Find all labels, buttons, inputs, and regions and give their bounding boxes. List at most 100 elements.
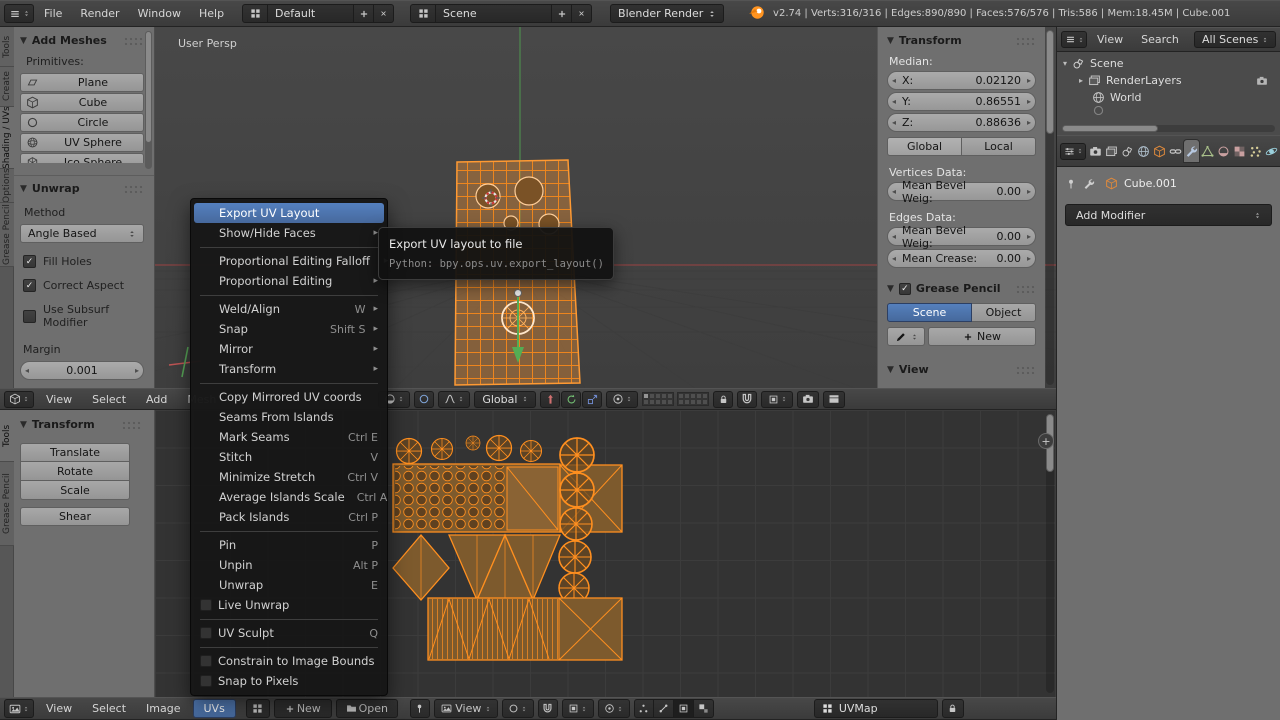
panel-grip[interactable]: [122, 420, 142, 429]
area-divider[interactable]: [1056, 27, 1057, 720]
menu-checkbox[interactable]: [200, 627, 212, 639]
outliner-display-dropdown[interactable]: All Scenes: [1194, 31, 1276, 48]
panel-grip[interactable]: [124, 36, 144, 45]
menu-item-proportional-falloff[interactable]: Proportional Editing Falloff▸: [191, 251, 388, 271]
region-merge-button[interactable]: +: [1038, 433, 1054, 449]
menu-help[interactable]: Help: [191, 4, 232, 24]
translate-button[interactable]: Translate: [20, 443, 130, 462]
editor-type-button-outliner[interactable]: [1061, 31, 1087, 48]
browse-screen-button[interactable]: [242, 4, 269, 23]
tab-modifiers[interactable]: [1184, 140, 1199, 162]
menu-item-mark-seams[interactable]: Mark Seams Ctrl E: [191, 427, 387, 447]
uv-snap-toggle-button[interactable]: [537, 699, 558, 718]
median-x-field[interactable]: ◂ X: 0.02120 ▸: [887, 71, 1036, 90]
uv-tab-grease-pencil[interactable]: Grease Pencil: [0, 462, 14, 546]
scene-name-field[interactable]: Scene: [436, 4, 553, 23]
menu-item-weld-align[interactable]: Weld/Align W ▸: [191, 299, 387, 319]
increment-arrow-icon[interactable]: ▸: [135, 366, 139, 375]
add-screen-button[interactable]: [354, 4, 375, 23]
view3d-scrollbar[interactable]: [1046, 30, 1054, 385]
decrement-arrow-icon[interactable]: ◂: [892, 254, 896, 263]
uv-select-vertex-button[interactable]: [633, 699, 654, 718]
pin-icon[interactable]: [1065, 178, 1077, 190]
menu-item-live-unwrap[interactable]: Live Unwrap: [191, 595, 387, 615]
menu-view[interactable]: View: [38, 699, 80, 719]
editor-type-button-uv-image[interactable]: [4, 699, 34, 718]
editor-type-button-3d-view[interactable]: [4, 390, 34, 408]
menu-item-transform[interactable]: Transform ▸: [191, 359, 387, 379]
update-lock-button[interactable]: [941, 699, 964, 718]
menu-item-average-islands-scale[interactable]: Average Islands Scale Ctrl A: [191, 487, 387, 507]
decrement-arrow-icon[interactable]: ◂: [892, 97, 896, 106]
uv-select-edge-button[interactable]: [653, 699, 674, 718]
increment-arrow-icon[interactable]: ▸: [1027, 97, 1031, 106]
snap-element-dropdown[interactable]: [761, 390, 794, 408]
uvmap-selector[interactable]: UVMap: [813, 699, 938, 718]
panel-grip[interactable]: [124, 184, 144, 193]
menu-select[interactable]: Select: [84, 389, 134, 409]
panel-grip[interactable]: [1016, 365, 1036, 374]
outliner-item-renderlayers[interactable]: ▸ RenderLayers: [1063, 72, 1274, 89]
transform-orientation-dropdown[interactable]: Global: [474, 390, 537, 408]
tab-object[interactable]: [1152, 140, 1167, 162]
tab-scene[interactable]: [1120, 140, 1135, 162]
menu-item-minimize-stretch[interactable]: Minimize Stretch Ctrl V: [191, 467, 387, 487]
outliner-menu-search[interactable]: Search: [1133, 31, 1187, 48]
rotate-button[interactable]: Rotate: [20, 462, 130, 481]
margin-field[interactable]: ◂ 0.001 ▸: [20, 361, 144, 380]
shear-button[interactable]: Shear: [20, 507, 130, 526]
outliner-menu-view[interactable]: View: [1089, 31, 1131, 48]
menu-item-snap[interactable]: Snap Shift S ▸: [191, 319, 387, 339]
scrollbar-thumb[interactable]: [145, 31, 152, 143]
render-visibility-icon[interactable]: [1256, 75, 1268, 87]
menu-item-proportional-editing[interactable]: Proportional Editing ▸: [191, 271, 387, 291]
menu-render[interactable]: Render: [72, 4, 127, 24]
grease-pencil-checkbox[interactable]: [898, 282, 911, 295]
proportional-editing-button[interactable]: [414, 390, 435, 408]
delete-scene-button[interactable]: [572, 4, 593, 23]
panel-header-transform[interactable]: ▼ Transform: [887, 34, 1036, 47]
menu-select[interactable]: Select: [84, 699, 134, 719]
decrement-arrow-icon[interactable]: ◂: [892, 232, 896, 241]
panel-header-add-meshes[interactable]: ▼ Add Meshes: [20, 34, 144, 47]
gp-source-scene-button[interactable]: Scene: [887, 303, 972, 322]
panel-grip[interactable]: [1016, 36, 1036, 45]
global-button[interactable]: Global: [887, 137, 962, 156]
manipulator-rotate-button[interactable]: [561, 390, 582, 408]
panel-header-unwrap[interactable]: ▼ Unwrap: [20, 182, 144, 195]
menu-add[interactable]: Add: [138, 389, 175, 409]
tool-shelf-tab-grease-pencil[interactable]: Grease Pencil: [0, 203, 14, 267]
local-button[interactable]: Local: [962, 137, 1036, 156]
scale-button[interactable]: Scale: [20, 481, 130, 500]
mean-crease-field[interactable]: ◂ Mean Crease: 0.00 ▸: [887, 249, 1036, 268]
add-ico-sphere-button[interactable]: Ico Sphere: [20, 153, 144, 163]
increment-arrow-icon[interactable]: ▸: [1027, 118, 1031, 127]
panel-header-view[interactable]: ▼ View: [887, 363, 1036, 376]
panel-header-uv-transform[interactable]: ▼ Transform: [20, 418, 142, 431]
menu-item-seams-from-islands[interactable]: Seams From Islands: [191, 407, 387, 427]
decrement-arrow-icon[interactable]: ◂: [892, 187, 896, 196]
tab-data[interactable]: [1200, 140, 1215, 162]
manipulator-scale-button[interactable]: [582, 390, 603, 408]
uv-proportional-dropdown[interactable]: [501, 699, 534, 718]
menu-checkbox[interactable]: [200, 655, 212, 667]
editor-type-button-properties[interactable]: [1060, 142, 1086, 160]
outliner-item-scene[interactable]: ▾ Scene: [1063, 55, 1274, 72]
editor-type-button-info[interactable]: [4, 4, 34, 23]
tool-shelf-scrollbar[interactable]: [145, 31, 152, 169]
tab-render-layers[interactable]: [1104, 140, 1119, 162]
add-circle-button[interactable]: Circle: [20, 113, 144, 132]
menu-uvs[interactable]: UVs: [192, 699, 236, 718]
tab-constraints[interactable]: [1168, 140, 1183, 162]
new-image-button[interactable]: New: [273, 699, 332, 718]
menu-file[interactable]: File: [36, 4, 70, 24]
menu-window[interactable]: Window: [130, 4, 189, 24]
menu-item-pin[interactable]: Pin P: [191, 535, 387, 555]
menu-item-constrain-to-image-bounds[interactable]: Constrain to Image Bounds: [191, 651, 387, 671]
browse-scene-button[interactable]: [410, 4, 437, 23]
tab-world[interactable]: [1136, 140, 1151, 162]
decrement-arrow-icon[interactable]: ◂: [892, 118, 896, 127]
uv-pivot-dropdown[interactable]: [597, 699, 630, 718]
menu-image[interactable]: Image: [138, 699, 188, 719]
gp-new-layer-button[interactable]: New: [928, 327, 1036, 346]
